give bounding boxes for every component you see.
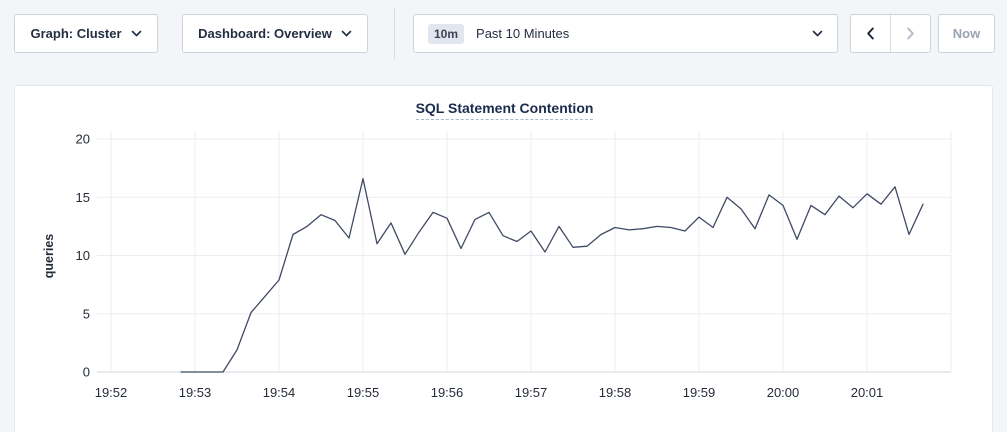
time-window-badge: 10m: [428, 24, 464, 44]
chart-title[interactable]: SQL Statement Contention: [416, 100, 594, 120]
time-range-label: Past 10 Minutes: [476, 26, 800, 41]
time-nav-group: [850, 14, 931, 53]
x-tick-label: 20:00: [767, 385, 800, 400]
y-tick-label: 15: [76, 190, 90, 205]
dashboard-dropdown[interactable]: Dashboard: Overview: [182, 14, 368, 53]
chevron-down-icon: [131, 30, 142, 37]
now-button[interactable]: Now: [938, 14, 995, 53]
y-tick-label: 20: [76, 132, 90, 147]
x-tick-label: 19:59: [683, 385, 716, 400]
x-tick-label: 19:52: [95, 385, 128, 400]
y-tick-label: 10: [76, 248, 90, 263]
line-chart[interactable]: 0 5 10 15 20 19:52 19:53 19:54 19:55 19:56 19:57 19…: [15, 86, 994, 432]
dashboard-dropdown-label: Dashboard: Overview: [198, 26, 332, 41]
chevron-down-icon: [341, 30, 352, 37]
series-line: [181, 179, 923, 372]
header-divider: [394, 8, 395, 59]
time-prev-button[interactable]: [851, 15, 890, 52]
chevron-down-icon: [812, 30, 823, 37]
x-tick-label: 19:58: [599, 385, 632, 400]
graph-dropdown-label: Graph: Cluster: [30, 26, 121, 41]
y-tick-label: 5: [83, 306, 90, 321]
y-axis-label: queries: [42, 234, 56, 279]
y-tick-label: 0: [83, 365, 90, 380]
time-next-button[interactable]: [890, 15, 930, 52]
chevron-right-icon: [906, 27, 915, 40]
x-tick-label: 19:55: [347, 385, 380, 400]
metrics-dashboard-page: Graph: Cluster Dashboard: Overview 10m P…: [0, 0, 1007, 432]
x-tick-label: 19:57: [515, 385, 548, 400]
time-range-picker[interactable]: 10m Past 10 Minutes: [413, 14, 838, 53]
topbar: Graph: Cluster Dashboard: Overview 10m P…: [0, 0, 1007, 85]
x-tick-label: 19:56: [431, 385, 464, 400]
x-tick-label: 19:54: [263, 385, 296, 400]
chart-title-row: SQL Statement Contention: [15, 100, 994, 120]
chart-card: 0 5 10 15 20 19:52 19:53 19:54 19:55 19:56 19:57 19…: [14, 85, 993, 432]
x-tick-label: 19:53: [179, 385, 212, 400]
chevron-left-icon: [866, 27, 875, 40]
graph-dropdown[interactable]: Graph: Cluster: [14, 14, 158, 53]
x-tick-label: 20:01: [851, 385, 884, 400]
